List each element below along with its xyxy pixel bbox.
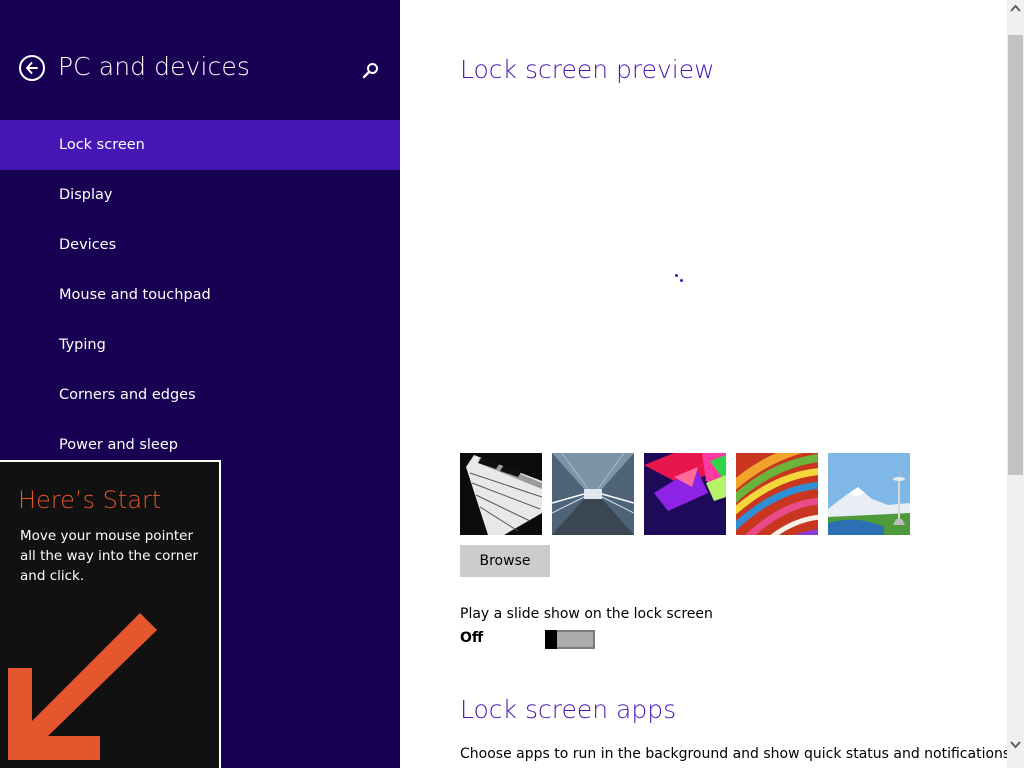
start-tip: Here’s Start Move your mouse pointer all…: [0, 460, 221, 768]
back-arrow-icon: [26, 62, 38, 74]
scroll-down-button[interactable]: [1007, 736, 1024, 753]
slideshow-setting-label: Play a slide show on the lock screen: [460, 606, 713, 622]
arrow-down-left-icon: [8, 613, 157, 760]
nav-item-typing[interactable]: Typing: [0, 320, 400, 370]
nav-item-lock-screen[interactable]: Lock screen: [0, 120, 400, 170]
nav-list: Lock screen Display Devices Mouse and to…: [0, 120, 400, 470]
nav-item-devices[interactable]: Devices: [0, 220, 400, 270]
loading-spinner-icon: [674, 273, 686, 285]
scroll-up-button[interactable]: [1007, 0, 1024, 17]
slideshow-toggle[interactable]: [545, 630, 595, 649]
search-button[interactable]: [360, 60, 382, 82]
lock-screen-preview-heading: Lock screen preview: [460, 55, 715, 84]
pc-settings-window: PC and devices Lock screen Display Devic…: [0, 0, 1024, 768]
background-thumbnail-mountain[interactable]: [828, 453, 910, 535]
background-thumbnail-geometric[interactable]: [644, 453, 726, 535]
browse-button[interactable]: Browse: [460, 545, 550, 577]
background-picture-list: [460, 453, 910, 535]
nav-item-mouse-and-touchpad[interactable]: Mouse and touchpad: [0, 270, 400, 320]
content-pane: Lock screen preview Browse Play a slide …: [400, 0, 1015, 768]
pane-title: PC and devices: [58, 52, 251, 81]
back-button[interactable]: [19, 55, 45, 81]
vertical-scrollbar[interactable]: [1007, 0, 1024, 768]
start-tip-body: Move your mouse pointer all the way into…: [20, 528, 199, 584]
scrollbar-thumb[interactable]: [1008, 35, 1023, 475]
nav-item-corners-and-edges[interactable]: Corners and edges: [0, 370, 400, 420]
background-thumbnail-tunnel[interactable]: [552, 453, 634, 535]
chevron-down-icon: [1010, 741, 1021, 749]
start-tip-title: Here’s Start: [18, 486, 162, 514]
nav-item-display[interactable]: Display: [0, 170, 400, 220]
slideshow-toggle-thumb[interactable]: [545, 630, 557, 649]
background-thumbnail-piano[interactable]: [460, 453, 542, 535]
search-icon: [362, 63, 378, 79]
background-thumbnail-stripes[interactable]: [736, 453, 818, 535]
chevron-up-icon: [1010, 4, 1021, 12]
slideshow-toggle-state: Off: [460, 630, 484, 646]
lock-screen-apps-heading: Lock screen apps: [460, 695, 677, 724]
lock-screen-apps-description: Choose apps to run in the background and…: [460, 746, 1015, 762]
